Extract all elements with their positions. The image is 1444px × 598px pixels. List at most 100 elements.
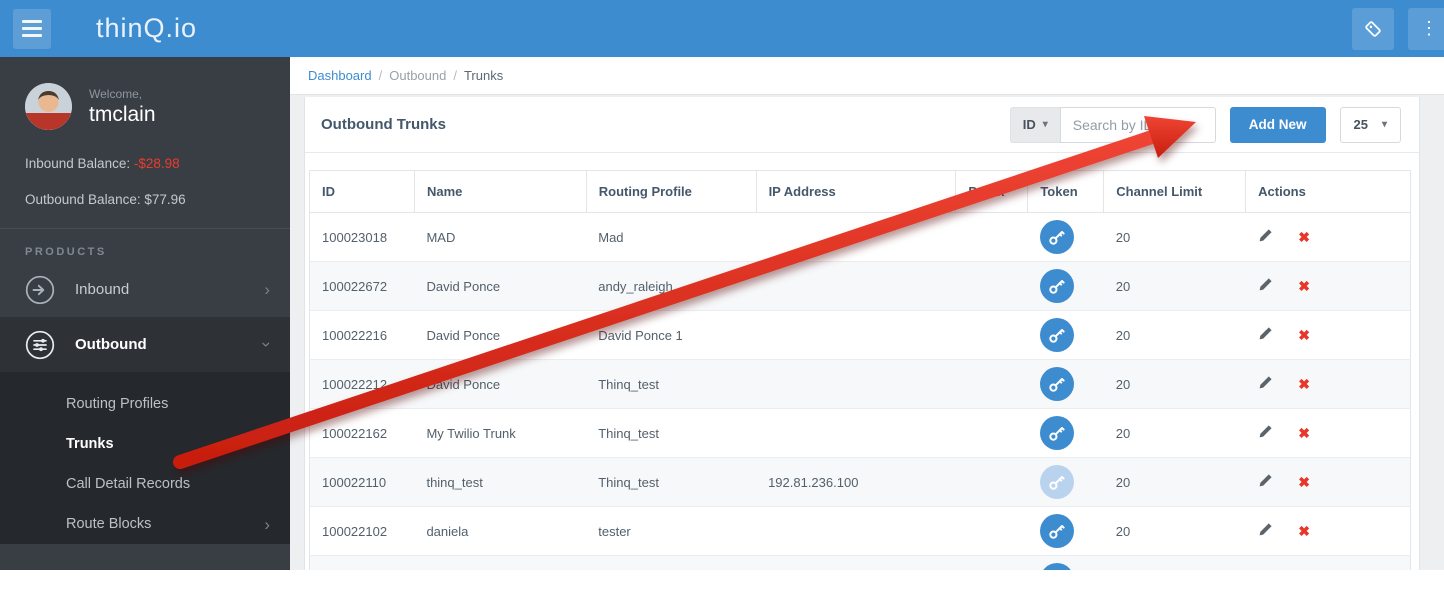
cell-token: [1028, 311, 1104, 360]
breadcrumb-dashboard[interactable]: Dashboard: [308, 68, 372, 83]
topbar: thinQ.io ⋮: [0, 0, 1444, 57]
edit-pencil-icon[interactable]: [1258, 473, 1273, 491]
cell-channel-limit: 20: [1104, 409, 1246, 458]
inbound-balance-value: -$28.98: [134, 156, 180, 171]
cell-prefix: [956, 458, 1028, 507]
chevron-down-icon: ›: [259, 342, 276, 348]
tag-icon[interactable]: [1352, 8, 1394, 50]
key-icon: [1048, 327, 1065, 344]
cell-ip-address: [756, 262, 956, 311]
cell-id: 100022162: [310, 409, 415, 458]
cell-id: 100022672: [310, 262, 415, 311]
cell-prefix: [956, 262, 1028, 311]
sidebar: Welcome, tmclain Inbound Balance: -$28.9…: [0, 57, 290, 570]
outbound-balance: Outbound Balance: $77.96: [25, 192, 270, 207]
cell-routing-profile: David Ponce 1: [586, 311, 756, 360]
sidebar-item-routing-profiles[interactable]: Routing Profiles: [0, 384, 290, 424]
username: tmclain: [89, 103, 156, 127]
token-button[interactable]: [1040, 318, 1074, 352]
main-area: Dashboard / Outbound / Trunks Outbound T…: [290, 57, 1444, 570]
key-icon: [1048, 425, 1065, 442]
edit-pencil-icon[interactable]: [1258, 277, 1273, 295]
token-button[interactable]: [1040, 514, 1074, 548]
token-button[interactable]: [1040, 269, 1074, 303]
sidebar-item-call-detail-records[interactable]: Call Detail Records: [0, 464, 290, 504]
sidebar-item-label: Inbound: [75, 281, 129, 298]
cell-name: MAD: [414, 213, 586, 262]
column-header-prefix: Prefix: [956, 171, 1028, 213]
sidebar-item-trunks[interactable]: Trunks: [0, 424, 290, 464]
search-field-dropdown[interactable]: ID ▾: [1010, 107, 1060, 143]
hamburger-menu-icon[interactable]: [13, 9, 51, 49]
key-icon: [1048, 278, 1065, 295]
cell-name: David Ponce: [414, 311, 586, 360]
column-header-actions: Actions: [1246, 171, 1411, 213]
breadcrumb-trunks: Trunks: [464, 68, 503, 83]
table-row: 100023018 MAD Mad 20 ✖: [310, 213, 1411, 262]
edit-pencil-icon[interactable]: [1258, 326, 1273, 344]
page-size-dropdown[interactable]: 25 ▾: [1340, 107, 1402, 143]
cell-ip-address: 192.81.236.100: [756, 458, 956, 507]
column-header-ip-address: IP Address: [756, 171, 956, 213]
cell-routing-profile: Thinq_test: [586, 409, 756, 458]
table-row: 100022162 My Twilio Trunk Thinq_test 20 …: [310, 409, 1411, 458]
cell-name: [414, 556, 586, 571]
token-button[interactable]: [1040, 416, 1074, 450]
table-row: 100022672 David Ponce andy_raleigh 20 ✖: [310, 262, 1411, 311]
delete-x-icon[interactable]: ✖: [1298, 327, 1310, 344]
search-input[interactable]: [1060, 107, 1216, 143]
edit-pencil-icon[interactable]: [1258, 375, 1273, 393]
edit-pencil-icon[interactable]: [1258, 424, 1273, 442]
toolbar-controls: ID ▾ Add New 25 ▾: [1010, 107, 1401, 143]
token-button[interactable]: [1040, 465, 1074, 499]
breadcrumb: Dashboard / Outbound / Trunks: [290, 57, 1444, 95]
delete-x-icon[interactable]: ✖: [1298, 523, 1310, 540]
cell-token: [1028, 556, 1104, 571]
cell-id: 100023018: [310, 213, 415, 262]
delete-x-icon[interactable]: ✖: [1298, 376, 1310, 393]
cell-channel-limit: 20: [1104, 262, 1246, 311]
cell-routing-profile: andy_raleigh: [586, 262, 756, 311]
edit-pencil-icon[interactable]: [1258, 522, 1273, 540]
edit-pencil-icon[interactable]: [1258, 228, 1273, 246]
table-row: 100022102 daniela tester 20 ✖: [310, 507, 1411, 556]
delete-x-icon[interactable]: ✖: [1298, 229, 1310, 246]
kebab-menu-icon[interactable]: ⋮: [1408, 8, 1444, 50]
cell-name: daniela: [414, 507, 586, 556]
cell-ip-address: [756, 360, 956, 409]
cell-id: 100022212: [310, 360, 415, 409]
cell-ip-address: [756, 409, 956, 458]
table-row: 100022212 David Ponce Thinq_test 20 ✖: [310, 360, 1411, 409]
delete-x-icon[interactable]: ✖: [1298, 278, 1310, 295]
token-button[interactable]: [1040, 563, 1074, 570]
cell-routing-profile: tester: [586, 507, 756, 556]
key-icon: [1048, 523, 1065, 540]
cell-token: [1028, 409, 1104, 458]
cell-prefix: [956, 409, 1028, 458]
cell-routing-profile: Thinq_test: [586, 458, 756, 507]
add-new-button[interactable]: Add New: [1230, 107, 1326, 143]
breadcrumb-outbound[interactable]: Outbound: [389, 68, 446, 83]
trunks-card: Outbound Trunks ID ▾ Add New 25 ▾: [304, 97, 1420, 570]
cell-routing-profile: [586, 556, 756, 571]
table-row: [310, 556, 1411, 571]
cell-routing-profile: Mad: [586, 213, 756, 262]
inbound-arrow-icon: [25, 275, 55, 305]
token-button[interactable]: [1040, 220, 1074, 254]
cell-actions: ✖: [1246, 213, 1411, 262]
delete-x-icon[interactable]: ✖: [1298, 474, 1310, 491]
sidebar-item-route-blocks[interactable]: Route Blocks ›: [0, 504, 290, 544]
cell-ip-address: [756, 556, 956, 571]
delete-x-icon[interactable]: ✖: [1298, 425, 1310, 442]
cell-channel-limit: 20: [1104, 360, 1246, 409]
cell-id: 100022216: [310, 311, 415, 360]
sidebar-item-inbound[interactable]: Inbound ›: [0, 262, 290, 317]
token-button[interactable]: [1040, 367, 1074, 401]
cell-name: David Ponce: [414, 262, 586, 311]
key-icon: [1048, 376, 1065, 393]
outbound-balance-value: $77.96: [144, 192, 185, 207]
cell-name: David Ponce: [414, 360, 586, 409]
search-group: ID ▾: [1010, 107, 1216, 143]
sidebar-item-outbound[interactable]: Outbound ›: [0, 317, 290, 372]
inbound-balance: Inbound Balance: -$28.98: [25, 156, 270, 171]
